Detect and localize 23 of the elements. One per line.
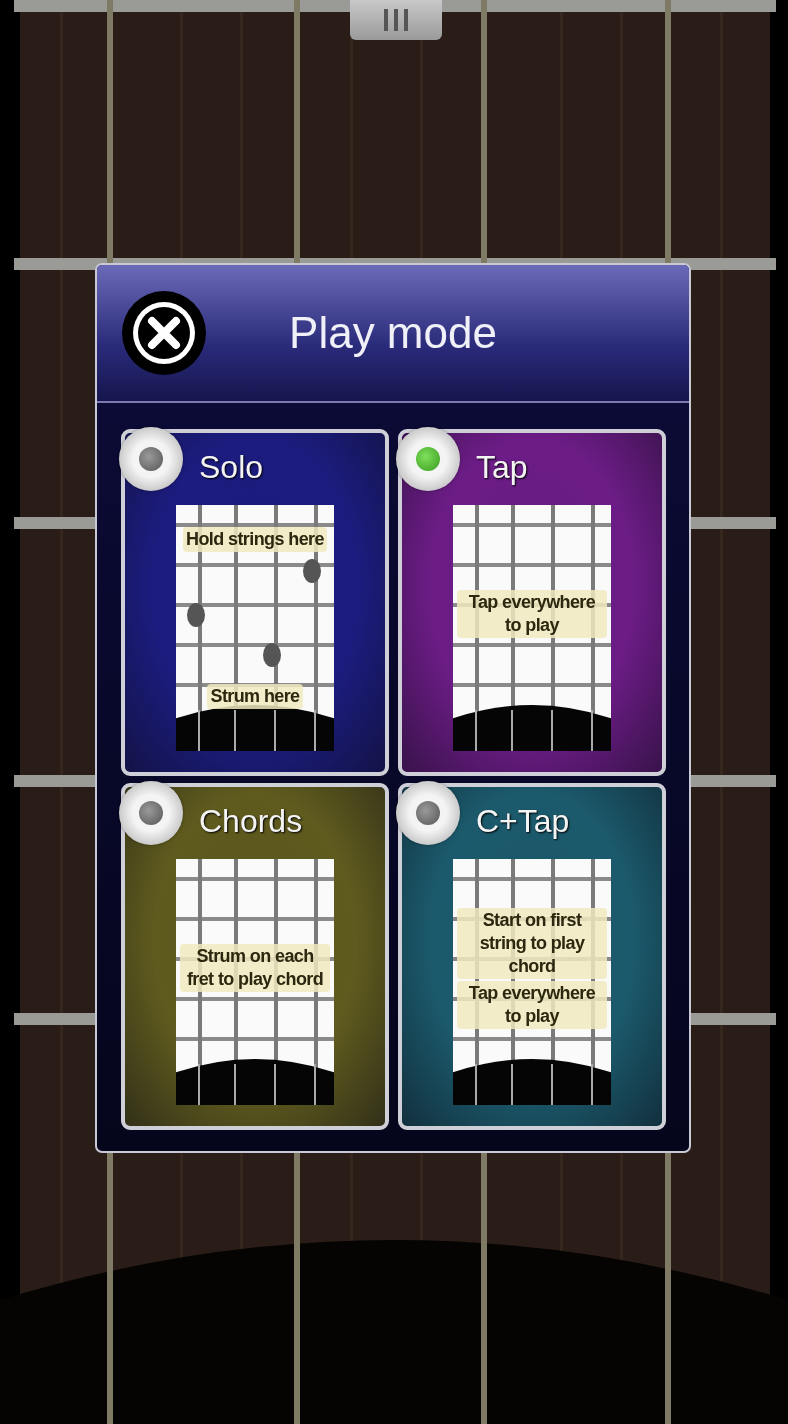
mode-card[interactable]: C+Tap Start on first string to play chord Tap everywhere to play xyxy=(398,783,666,1130)
radio-button[interactable] xyxy=(396,427,460,491)
hint-text: Tap everywhere to play xyxy=(457,980,607,1029)
hint-text: Strum on each fret to play chord xyxy=(180,944,330,992)
close-icon xyxy=(121,290,207,376)
radio-button[interactable] xyxy=(396,781,460,845)
grip-icon xyxy=(381,9,411,31)
hint-text: Tap everywhere to play xyxy=(457,590,607,638)
dialog-title: Play mode xyxy=(288,308,498,358)
hint-text: Start on first string to play chord xyxy=(457,907,607,979)
hint-text: Strum here xyxy=(207,684,303,709)
mode-card[interactable]: Chords Strum on each fret to play chord xyxy=(121,783,389,1130)
menu-handle[interactable] xyxy=(350,0,442,40)
close-button[interactable] xyxy=(121,290,207,376)
mode-card[interactable]: Tap Tap everywhere to play xyxy=(398,429,666,776)
mode-title: Solo xyxy=(199,448,264,487)
mode-title: Chords xyxy=(199,802,303,841)
hint-text: Hold strings here xyxy=(183,527,327,552)
radio-button[interactable] xyxy=(119,781,183,845)
radio-button[interactable] xyxy=(119,427,183,491)
mode-card[interactable]: Solo Hold strings here Strum here xyxy=(121,429,389,776)
mode-title: Tap xyxy=(476,448,528,487)
mode-title: C+Tap xyxy=(476,802,570,841)
